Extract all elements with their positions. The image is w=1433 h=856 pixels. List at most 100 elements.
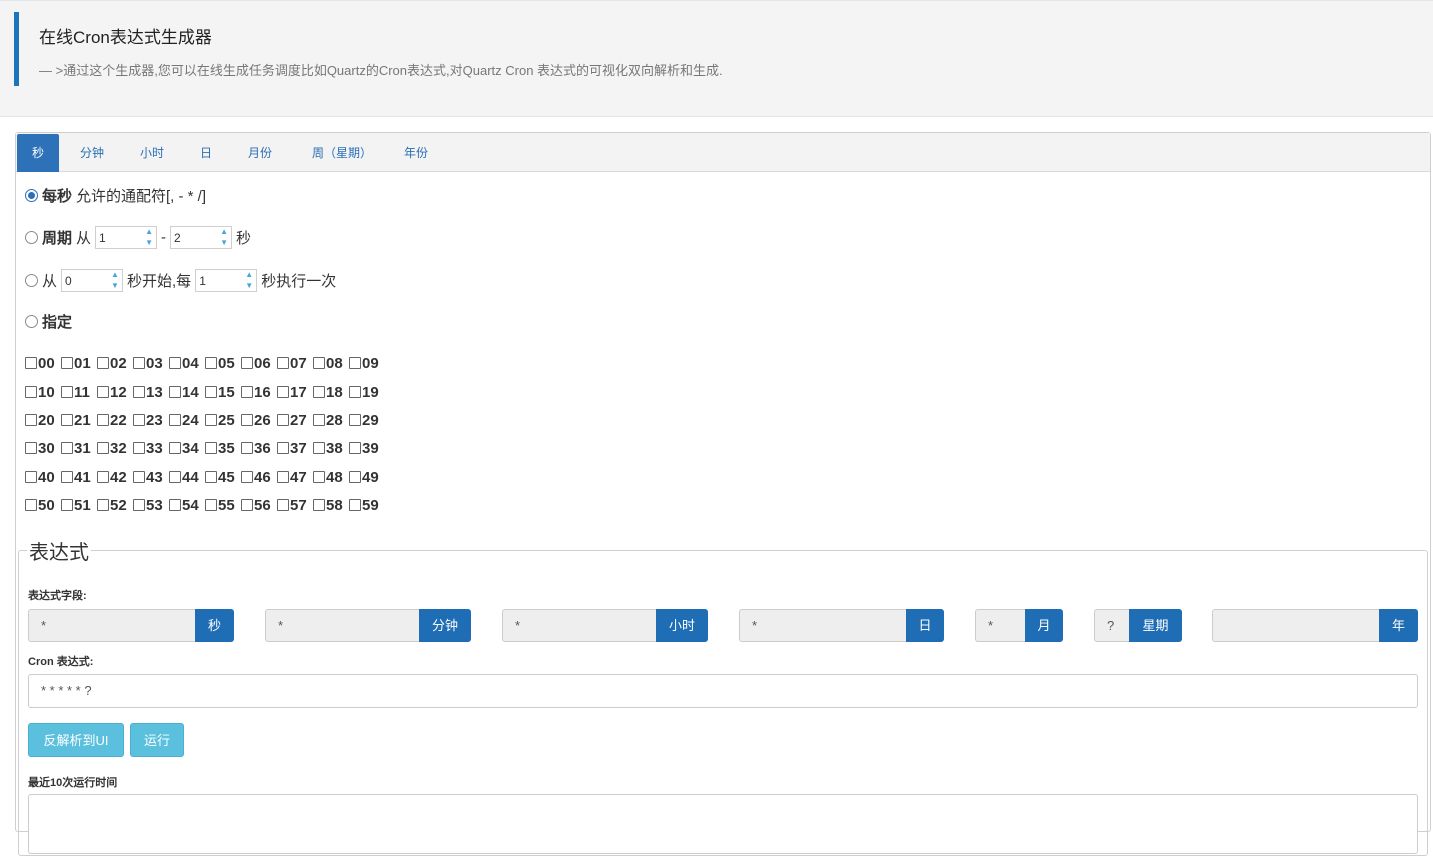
increment-icon[interactable]: ▲ bbox=[242, 270, 256, 281]
checkbox[interactable] bbox=[349, 386, 361, 398]
second-checkbox-item[interactable]: 25 bbox=[205, 410, 236, 430]
second-checkbox-item[interactable]: 06 bbox=[241, 353, 272, 373]
second-checkbox-item[interactable]: 19 bbox=[349, 382, 380, 402]
checkbox[interactable] bbox=[169, 357, 181, 369]
checkbox[interactable] bbox=[313, 386, 325, 398]
cycle-radio[interactable] bbox=[25, 231, 38, 244]
checkbox[interactable] bbox=[241, 357, 253, 369]
second-checkbox-item[interactable]: 33 bbox=[133, 438, 164, 458]
tab-year[interactable]: 年份 bbox=[392, 134, 440, 172]
second-checkbox-item[interactable]: 43 bbox=[133, 467, 164, 487]
checkbox[interactable] bbox=[25, 442, 37, 454]
second-checkbox-item[interactable]: 16 bbox=[241, 382, 272, 402]
checkbox[interactable] bbox=[241, 414, 253, 426]
checkbox[interactable] bbox=[277, 471, 289, 483]
checkbox[interactable] bbox=[313, 414, 325, 426]
field-seconds-value[interactable]: * bbox=[28, 609, 195, 642]
checkbox[interactable] bbox=[97, 414, 109, 426]
field-day-value[interactable]: * bbox=[739, 609, 906, 642]
checkbox[interactable] bbox=[25, 414, 37, 426]
second-checkbox-item[interactable]: 23 bbox=[133, 410, 164, 430]
checkbox[interactable] bbox=[25, 499, 37, 511]
checkbox[interactable] bbox=[277, 357, 289, 369]
second-checkbox-item[interactable]: 05 bbox=[205, 353, 236, 373]
reverse-parse-button[interactable]: 反解析到UI bbox=[28, 723, 124, 757]
second-checkbox-item[interactable]: 27 bbox=[277, 410, 308, 430]
checkbox[interactable] bbox=[97, 499, 109, 511]
second-checkbox-item[interactable]: 50 bbox=[25, 495, 56, 515]
second-checkbox-item[interactable]: 03 bbox=[133, 353, 164, 373]
second-checkbox-item[interactable]: 41 bbox=[61, 467, 92, 487]
checkbox[interactable] bbox=[241, 499, 253, 511]
cycle-from-input[interactable] bbox=[96, 227, 143, 248]
second-checkbox-item[interactable]: 04 bbox=[169, 353, 200, 373]
checkbox[interactable] bbox=[169, 442, 181, 454]
decrement-icon[interactable]: ▼ bbox=[142, 238, 156, 249]
specify-radio[interactable] bbox=[25, 315, 38, 328]
checkbox[interactable] bbox=[61, 442, 73, 454]
second-checkbox-item[interactable]: 51 bbox=[61, 495, 92, 515]
second-checkbox-item[interactable]: 47 bbox=[277, 467, 308, 487]
second-checkbox-item[interactable]: 37 bbox=[277, 438, 308, 458]
second-checkbox-item[interactable]: 20 bbox=[25, 410, 56, 430]
cycle-to-input[interactable] bbox=[171, 227, 218, 248]
checkbox[interactable] bbox=[97, 442, 109, 454]
second-checkbox-item[interactable]: 39 bbox=[349, 438, 380, 458]
checkbox[interactable] bbox=[313, 357, 325, 369]
decrement-icon[interactable]: ▼ bbox=[217, 238, 231, 249]
field-month-value[interactable]: * bbox=[975, 609, 1025, 642]
checkbox[interactable] bbox=[97, 357, 109, 369]
second-checkbox-item[interactable]: 40 bbox=[25, 467, 56, 487]
checkbox[interactable] bbox=[61, 471, 73, 483]
second-checkbox-item[interactable]: 34 bbox=[169, 438, 200, 458]
start-every-radio[interactable] bbox=[25, 274, 38, 287]
second-checkbox-item[interactable]: 07 bbox=[277, 353, 308, 373]
tab-week[interactable]: 周（星期） bbox=[296, 134, 388, 172]
every-value-input[interactable] bbox=[196, 270, 243, 291]
second-checkbox-item[interactable]: 55 bbox=[205, 495, 236, 515]
second-checkbox-item[interactable]: 46 bbox=[241, 467, 272, 487]
checkbox[interactable] bbox=[169, 471, 181, 483]
checkbox[interactable] bbox=[349, 499, 361, 511]
checkbox[interactable] bbox=[25, 471, 37, 483]
second-checkbox-item[interactable]: 00 bbox=[25, 353, 56, 373]
checkbox[interactable] bbox=[133, 357, 145, 369]
second-checkbox-item[interactable]: 08 bbox=[313, 353, 344, 373]
checkbox[interactable] bbox=[277, 499, 289, 511]
field-year-value[interactable] bbox=[1212, 609, 1379, 642]
checkbox[interactable] bbox=[169, 386, 181, 398]
checkbox[interactable] bbox=[61, 414, 73, 426]
checkbox[interactable] bbox=[169, 499, 181, 511]
second-checkbox-item[interactable]: 54 bbox=[169, 495, 200, 515]
second-checkbox-item[interactable]: 59 bbox=[349, 495, 380, 515]
checkbox[interactable] bbox=[277, 414, 289, 426]
second-checkbox-item[interactable]: 56 bbox=[241, 495, 272, 515]
checkbox[interactable] bbox=[241, 442, 253, 454]
second-checkbox-item[interactable]: 24 bbox=[169, 410, 200, 430]
cycle-to-stepper[interactable]: ▲▼ bbox=[170, 226, 233, 249]
increment-icon[interactable]: ▲ bbox=[142, 227, 156, 238]
second-checkbox-item[interactable]: 31 bbox=[61, 438, 92, 458]
second-checkbox-item[interactable]: 26 bbox=[241, 410, 272, 430]
checkbox[interactable] bbox=[133, 414, 145, 426]
increment-icon[interactable]: ▲ bbox=[217, 227, 231, 238]
tab-minutes[interactable]: 分钟 bbox=[68, 134, 116, 172]
checkbox[interactable] bbox=[25, 357, 37, 369]
run-button[interactable]: 运行 bbox=[130, 723, 184, 757]
second-checkbox-item[interactable]: 01 bbox=[61, 353, 92, 373]
second-checkbox-item[interactable]: 17 bbox=[277, 382, 308, 402]
second-checkbox-item[interactable]: 44 bbox=[169, 467, 200, 487]
second-checkbox-item[interactable]: 12 bbox=[97, 382, 128, 402]
increment-icon[interactable]: ▲ bbox=[108, 270, 122, 281]
second-checkbox-item[interactable]: 14 bbox=[169, 382, 200, 402]
second-checkbox-item[interactable]: 38 bbox=[313, 438, 344, 458]
every-second-radio[interactable] bbox=[25, 189, 38, 202]
decrement-icon[interactable]: ▼ bbox=[108, 281, 122, 292]
tab-seconds[interactable]: 秒 bbox=[17, 134, 59, 172]
checkbox[interactable] bbox=[349, 471, 361, 483]
checkbox[interactable] bbox=[205, 499, 217, 511]
cycle-from-stepper[interactable]: ▲▼ bbox=[95, 226, 158, 249]
every-value-stepper[interactable]: ▲▼ bbox=[195, 269, 258, 292]
second-checkbox-item[interactable]: 36 bbox=[241, 438, 272, 458]
field-week-value[interactable]: ? bbox=[1094, 609, 1129, 642]
